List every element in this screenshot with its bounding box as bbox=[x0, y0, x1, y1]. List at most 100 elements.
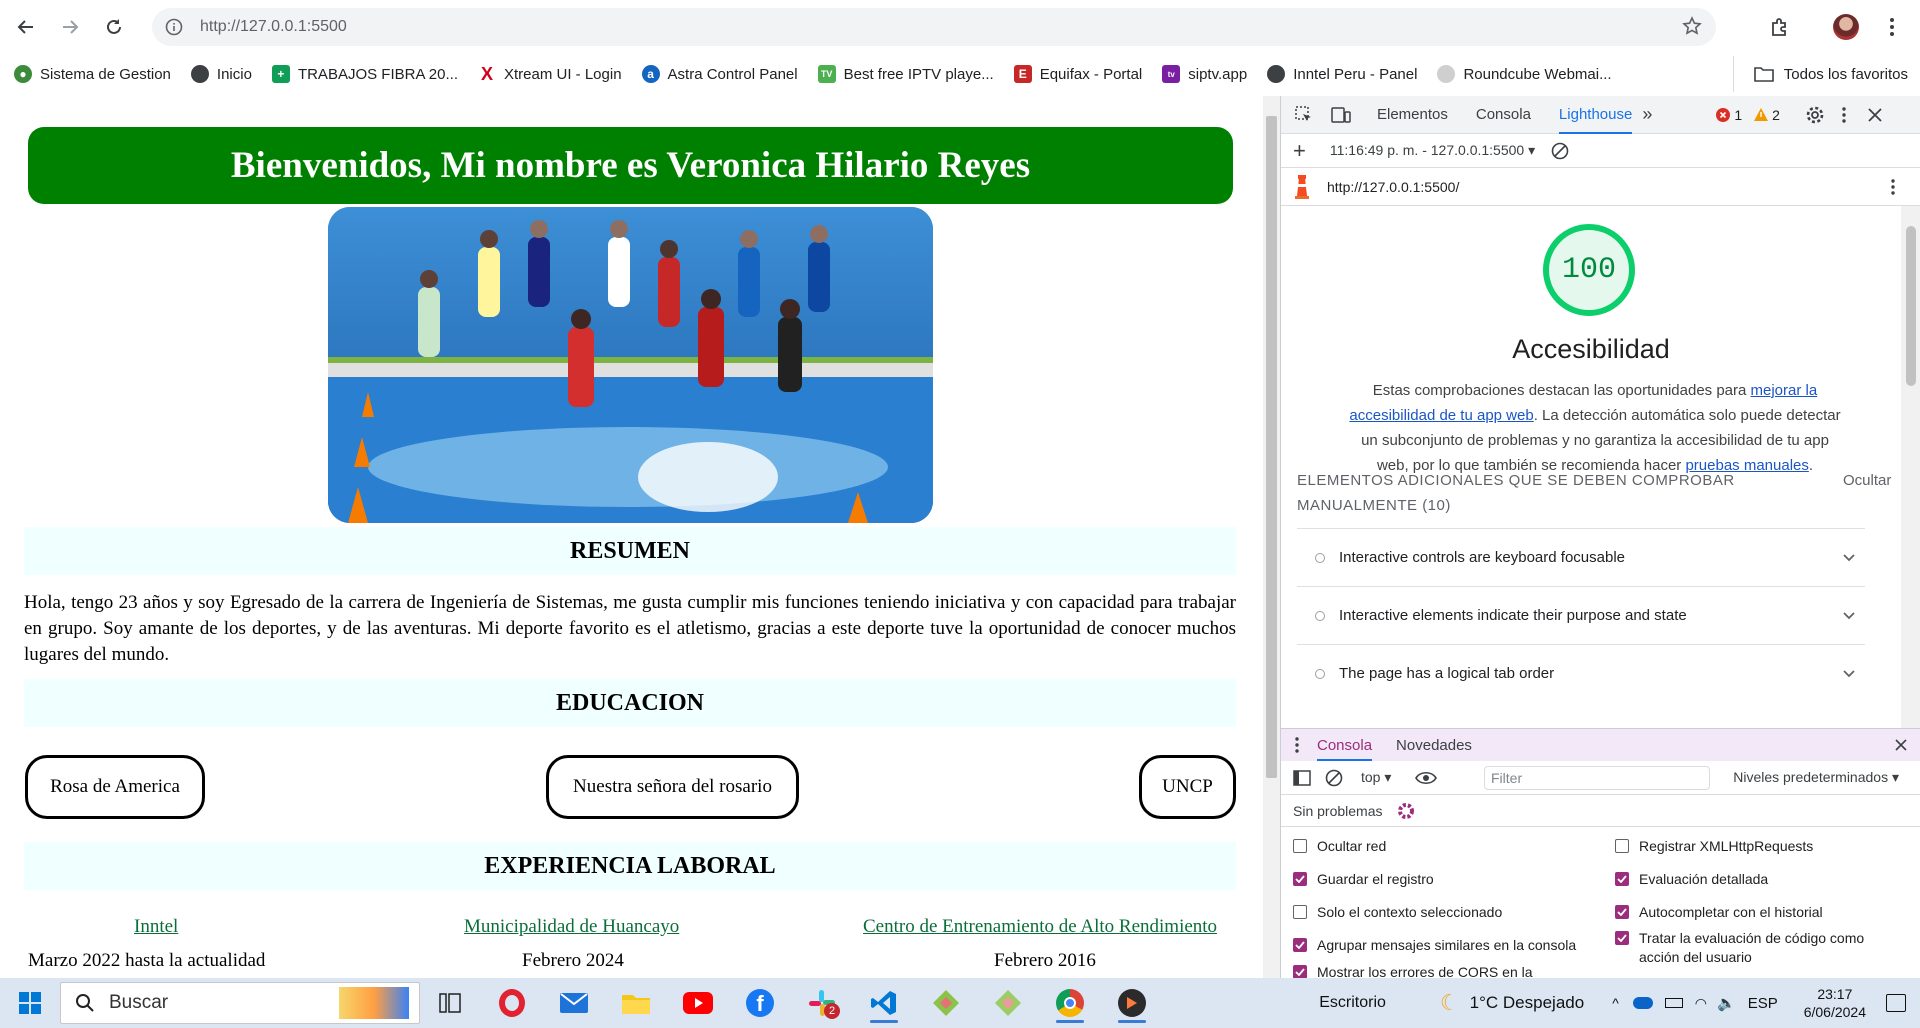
onedrive-icon[interactable] bbox=[1632, 997, 1653, 1009]
audit-item[interactable]: Interactive elements indicate their purp… bbox=[1297, 586, 1865, 644]
option-group-similar[interactable]: Agrupar mensajes similares en la consola bbox=[1293, 936, 1576, 955]
drawer-tab-console[interactable]: Consola bbox=[1317, 729, 1373, 761]
page-scrollbar[interactable] bbox=[1263, 96, 1280, 978]
git-tool-app[interactable] bbox=[924, 983, 968, 1023]
notifications-icon[interactable] bbox=[1886, 994, 1906, 1012]
report-scrollbar-thumb[interactable] bbox=[1906, 226, 1916, 386]
profile-avatar[interactable] bbox=[1826, 7, 1866, 47]
bookmark-7[interactable]: tv siptv.app bbox=[1162, 65, 1247, 83]
drawer-tab-whats-new[interactable]: Novedades bbox=[1396, 729, 1472, 761]
error-count[interactable]: 1 bbox=[1716, 107, 1742, 123]
facebook-app[interactable]: f bbox=[738, 983, 782, 1023]
log-levels-select[interactable]: Niveles predeterminados ▾ bbox=[1733, 769, 1899, 786]
bookmark-0[interactable]: ● Sistema de Gestion bbox=[14, 65, 171, 83]
chevron-up-icon[interactable]: ^ bbox=[1612, 995, 1619, 1011]
context-select[interactable]: top ▾ bbox=[1361, 769, 1391, 786]
vscode-app[interactable] bbox=[862, 983, 906, 1023]
job-link-centro[interactable]: Centro de Entrenamiento de Alto Rendimie… bbox=[863, 916, 1217, 938]
clear-console-icon[interactable] bbox=[1325, 769, 1343, 787]
bookmark-5[interactable]: TV Best free IPTV playe... bbox=[817, 65, 994, 83]
bookmark-9[interactable]: Roundcube Webmai... bbox=[1437, 65, 1612, 83]
slack-app[interactable]: 2 bbox=[800, 983, 844, 1023]
media-player-app[interactable] bbox=[1110, 983, 1154, 1023]
page-scrollbar-thumb[interactable] bbox=[1266, 116, 1277, 778]
site-info-icon[interactable] bbox=[162, 15, 186, 39]
inspect-element-icon[interactable] bbox=[1295, 105, 1313, 124]
eye-icon[interactable] bbox=[1415, 771, 1438, 785]
forward-button[interactable] bbox=[50, 7, 90, 47]
audit-item[interactable]: Interactive controls are keyboard focusa… bbox=[1297, 528, 1865, 586]
chrome-app[interactable] bbox=[1048, 983, 1092, 1023]
close-drawer-icon[interactable] bbox=[1895, 739, 1907, 751]
report-select[interactable]: 11:16:49 p. m. - 127.0.0.1:5500 ▾ bbox=[1330, 142, 1535, 159]
checkbox-checked[interactable] bbox=[1615, 931, 1629, 945]
device-toolbar-icon[interactable] bbox=[1331, 106, 1351, 124]
checkbox[interactable] bbox=[1293, 839, 1307, 853]
start-button[interactable] bbox=[8, 983, 52, 1023]
close-devtools-icon[interactable] bbox=[1868, 107, 1882, 122]
tab-console[interactable]: Consola bbox=[1476, 96, 1531, 134]
extensions-button[interactable] bbox=[1760, 7, 1800, 47]
new-report-icon[interactable]: + bbox=[1293, 138, 1306, 164]
checkbox[interactable] bbox=[1615, 839, 1629, 853]
bookmark-8[interactable]: Inntel Peru - Panel bbox=[1267, 65, 1417, 83]
drawer-menu-icon[interactable] bbox=[1295, 737, 1299, 753]
back-button[interactable] bbox=[6, 7, 46, 47]
bookmark-6[interactable]: E Equifax - Portal bbox=[1013, 65, 1142, 83]
bookmark-1[interactable]: Inicio bbox=[190, 65, 252, 83]
checkbox-checked[interactable] bbox=[1615, 905, 1629, 919]
address-bar[interactable]: http://127.0.0.1:5500 bbox=[152, 8, 1716, 46]
job-link-municipalidad[interactable]: Municipalidad de Huancayo bbox=[464, 916, 679, 938]
desktop-label[interactable]: Escritorio bbox=[1319, 994, 1386, 1012]
bookmark-4[interactable]: a Astra Control Panel bbox=[641, 65, 798, 83]
job-link-inntel[interactable]: Inntel bbox=[134, 916, 178, 938]
battery-icon[interactable] bbox=[1664, 998, 1683, 1008]
bookmark-3[interactable]: X Xtream UI - Login bbox=[478, 64, 622, 84]
tab-lighthouse[interactable]: Lighthouse bbox=[1558, 96, 1633, 134]
option-hide-network[interactable]: Ocultar red bbox=[1293, 837, 1386, 856]
wifi-icon[interactable]: ◠ bbox=[1695, 995, 1707, 1012]
console-filter-input[interactable]: Filter bbox=[1484, 766, 1710, 790]
weather-text[interactable]: 1°C Despejado bbox=[1470, 993, 1585, 1013]
task-view-button[interactable] bbox=[428, 983, 472, 1023]
all-bookmarks[interactable]: Todos los favoritos bbox=[1732, 56, 1908, 92]
clear-reports-icon[interactable] bbox=[1551, 142, 1569, 160]
audit-item[interactable]: The page has a logical tab order bbox=[1297, 644, 1865, 702]
devtools-menu-icon[interactable] bbox=[1842, 106, 1846, 123]
volume-icon[interactable]: 🔈 bbox=[1717, 994, 1736, 1012]
report-scrollbar[interactable] bbox=[1901, 206, 1920, 728]
git-tool-app-2[interactable] bbox=[986, 983, 1030, 1023]
url-text[interactable]: http://127.0.0.1:5500 bbox=[200, 18, 347, 36]
option-preserve-log[interactable]: Guardar el registro bbox=[1293, 870, 1434, 889]
clock[interactable]: 23:17 6/06/2024 bbox=[1804, 985, 1866, 1021]
tab-elements[interactable]: Elementos bbox=[1377, 96, 1448, 134]
option-autocomplete-history[interactable]: Autocompletar con el historial bbox=[1615, 903, 1823, 922]
mail-app[interactable] bbox=[552, 983, 596, 1023]
checkbox-checked[interactable] bbox=[1293, 965, 1307, 979]
console-settings-gear-icon[interactable] bbox=[1397, 802, 1415, 820]
file-explorer-app[interactable] bbox=[614, 983, 658, 1023]
opera-app[interactable] bbox=[490, 983, 534, 1023]
checkbox-checked[interactable] bbox=[1615, 872, 1629, 886]
drawer-tabbar: Consola Novedades bbox=[1281, 729, 1920, 761]
checkbox-checked[interactable] bbox=[1293, 872, 1307, 886]
hide-manual-button[interactable]: Ocultar bbox=[1843, 468, 1891, 493]
taskbar-search[interactable]: Buscar bbox=[60, 982, 420, 1024]
report-menu-icon[interactable] bbox=[1891, 178, 1895, 195]
more-tabs-icon[interactable]: » bbox=[1642, 104, 1652, 125]
reload-button[interactable] bbox=[94, 7, 134, 47]
language-indicator[interactable]: ESP bbox=[1748, 995, 1778, 1012]
option-selected-context[interactable]: Solo el contexto seleccionado bbox=[1293, 903, 1502, 922]
youtube-app[interactable] bbox=[676, 983, 720, 1023]
option-user-gesture[interactable]: Tratar la evaluación de código como acci… bbox=[1615, 929, 1875, 967]
settings-gear-icon[interactable] bbox=[1806, 106, 1824, 124]
bookmark-star-icon[interactable] bbox=[1682, 16, 1702, 36]
sidebar-toggle-icon[interactable] bbox=[1293, 769, 1311, 786]
option-eager-eval[interactable]: Evaluación detallada bbox=[1615, 870, 1768, 889]
option-log-xhr[interactable]: Registrar XMLHttpRequests bbox=[1615, 837, 1813, 856]
checkbox-checked[interactable] bbox=[1293, 938, 1307, 952]
bookmark-2[interactable]: + TRABAJOS FIBRA 20... bbox=[271, 65, 458, 83]
checkbox[interactable] bbox=[1293, 905, 1307, 919]
browser-menu-button[interactable] bbox=[1872, 7, 1912, 47]
warning-count[interactable]: 2 bbox=[1754, 107, 1780, 123]
